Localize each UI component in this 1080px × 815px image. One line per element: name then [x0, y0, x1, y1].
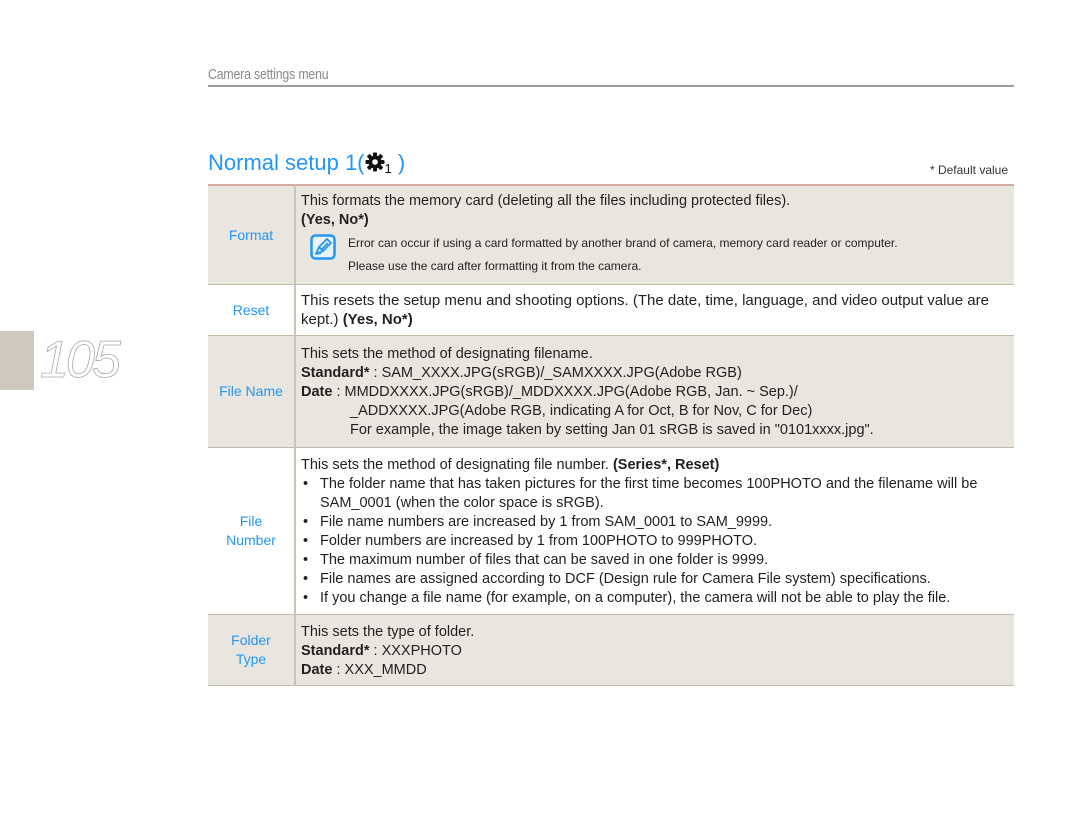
label-line: Folder — [231, 632, 271, 648]
table-row-reset: Reset This resets the setup menu and sho… — [208, 284, 1014, 336]
page-number: 105 — [40, 331, 122, 390]
bullet-item: Folder numbers are increased by 1 from 1… — [301, 532, 1008, 551]
bullet-item: The folder name that has taken pictures … — [301, 475, 1008, 513]
file-name-date-cont: _ADDXXXX.JPG(Adobe RGB, indicating A for… — [350, 403, 813, 419]
table-row-file-name: File Name This sets the method of design… — [208, 335, 1014, 448]
row-content: This formats the memory card (deleting a… — [295, 185, 1014, 285]
note-pencil-icon — [310, 234, 336, 260]
table-row-file-number: File Number This sets the method of desig… — [208, 447, 1014, 615]
file-name-standard: Standard* : SAM_XXXX.JPG(sRGB)/_SAMXXXX.… — [301, 364, 1008, 383]
bullet-item: File names are assigned according to DCF… — [301, 570, 1008, 589]
standard-label: Standard* — [301, 643, 370, 659]
row-label: Folder Type — [208, 614, 296, 686]
row-content: This sets the type of folder. Standard* … — [295, 614, 1014, 686]
standard-label: Standard* — [301, 365, 370, 381]
header-title: Camera settings menu — [208, 66, 329, 83]
file-name-date: Date : MMDDXXXX.JPG(sRGB)/_MDDXXXX.JPG(A… — [301, 383, 1008, 402]
folder-type-date: Date : XXX_MMDD — [301, 661, 1008, 680]
note-block: Error can occur if using a card formatte… — [301, 232, 1008, 278]
row-content: This sets the method of designating file… — [295, 335, 1014, 448]
section-title-end: ) — [391, 150, 406, 175]
label-line: Number — [226, 532, 276, 548]
format-options: (Yes, No*) — [301, 212, 369, 228]
standard-value: : XXXPHOTO — [369, 643, 462, 659]
bullet-item: The maximum number of files that can be … — [301, 551, 1008, 570]
file-name-example: For example, the image taken by setting … — [350, 422, 874, 438]
date-label: Date — [301, 662, 333, 678]
folder-type-standard: Standard* : XXXPHOTO — [301, 642, 1008, 661]
page-tab — [0, 331, 34, 390]
date-value: : MMDDXXXX.JPG(sRGB)/_MDDXXXX.JPG(Adobe … — [332, 384, 798, 400]
label-line: Type — [235, 651, 267, 667]
section-title-text: Normal setup 1( — [208, 150, 365, 175]
header-divider — [208, 85, 1014, 87]
folder-type-description: This sets the type of folder. — [301, 624, 475, 640]
row-label: File Number — [208, 447, 296, 615]
file-number-options: (Series*, Reset) — [612, 457, 720, 473]
bullet-item: File name numbers are increased by 1 fro… — [301, 513, 1008, 532]
standard-value: : SAM_XXXX.JPG(sRGB)/_SAMXXXX.JPG(Adobe … — [369, 365, 742, 381]
label-line: File — [239, 513, 263, 529]
row-content: This sets the method of designating file… — [295, 448, 1014, 615]
description-text: This sets the method of designating file… — [301, 457, 613, 473]
date-label: Date — [301, 384, 333, 400]
format-description: This formats the memory card (deleting a… — [301, 193, 791, 209]
table-row-folder-type: Folder Type This sets the type of folder.… — [208, 614, 1014, 686]
section-title: Normal setup 1( 1 ) — [208, 150, 405, 178]
settings-table: Format This formats the memory card (del… — [208, 184, 1014, 686]
gear-icon — [365, 152, 385, 178]
note-line: Please use the card after formatting it … — [348, 259, 642, 273]
row-label: File Name — [208, 335, 296, 448]
file-name-description: This sets the method of designating file… — [301, 346, 593, 362]
reset-options: (Yes, No*) — [342, 311, 413, 328]
gear-subscript: 1 — [384, 161, 392, 176]
bullet-item: If you change a file name (for example, … — [301, 589, 1008, 608]
row-label: Format — [208, 185, 296, 285]
file-number-description: This sets the method of designating file… — [301, 456, 1008, 475]
row-content: This resets the setup menu and shooting … — [295, 285, 1014, 336]
bullet-list: The folder name that has taken pictures … — [301, 475, 1008, 608]
note-line: Error can occur if using a card formatte… — [348, 236, 898, 250]
row-label: Reset — [208, 284, 296, 336]
date-value: : XXX_MMDD — [332, 662, 427, 678]
default-value-note: * Default value — [929, 163, 1008, 177]
table-row-format: Format This formats the memory card (del… — [208, 185, 1014, 285]
